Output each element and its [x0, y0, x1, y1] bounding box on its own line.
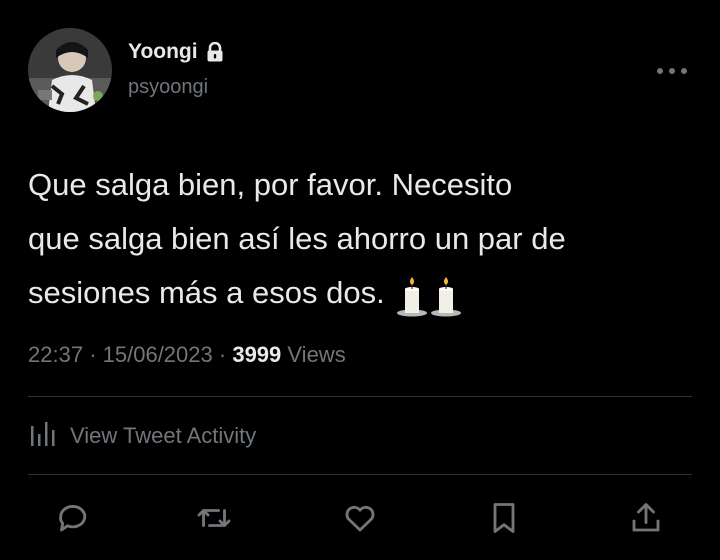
meta-separator: ·	[218, 342, 227, 367]
views-label: Views	[287, 342, 346, 367]
heart-icon	[345, 505, 375, 532]
avatar[interactable]	[28, 28, 112, 112]
divider	[28, 396, 692, 397]
meta-separator: ·	[89, 342, 97, 367]
tweet-body: Que salga bien, por favor. Necesito que …	[28, 167, 566, 310]
bookmark-icon	[493, 503, 515, 533]
name-row: Yoongi	[128, 40, 224, 64]
tweet-time[interactable]: 22:37	[28, 342, 83, 367]
share-button[interactable]	[628, 500, 664, 536]
tweet-header: Yoongi psyoongi	[28, 28, 692, 112]
speech-bubble-icon	[59, 505, 87, 532]
tweet-meta: 22:37 · 15/06/2023 · 3999 Views	[28, 342, 346, 368]
lock-icon	[206, 41, 224, 62]
like-button[interactable]	[342, 500, 378, 536]
view-activity-label: View Tweet Activity	[70, 423, 257, 448]
view-activity-link[interactable]: View Tweet Activity	[28, 420, 256, 452]
more-options-icon[interactable]	[654, 64, 690, 76]
action-bar	[28, 500, 692, 536]
candle-icon	[396, 276, 427, 317]
display-name[interactable]: Yoongi	[128, 40, 198, 64]
avatar-photo	[28, 28, 112, 112]
tweet-text: Que salga bien, por favor. Necesito que …	[28, 158, 698, 322]
bookmark-button[interactable]	[486, 500, 522, 536]
divider	[28, 474, 692, 475]
candle-emojis	[395, 268, 463, 322]
share-icon	[632, 503, 660, 532]
retweet-icon	[197, 509, 231, 527]
reply-button[interactable]	[54, 500, 90, 536]
tweet-date[interactable]: 15/06/2023	[103, 342, 213, 367]
retweet-button[interactable]	[196, 500, 232, 536]
bar-chart-icon	[28, 420, 58, 452]
candle-icon	[430, 276, 461, 317]
views-count: 3999	[232, 342, 282, 367]
user-handle[interactable]: psyoongi	[128, 76, 208, 99]
